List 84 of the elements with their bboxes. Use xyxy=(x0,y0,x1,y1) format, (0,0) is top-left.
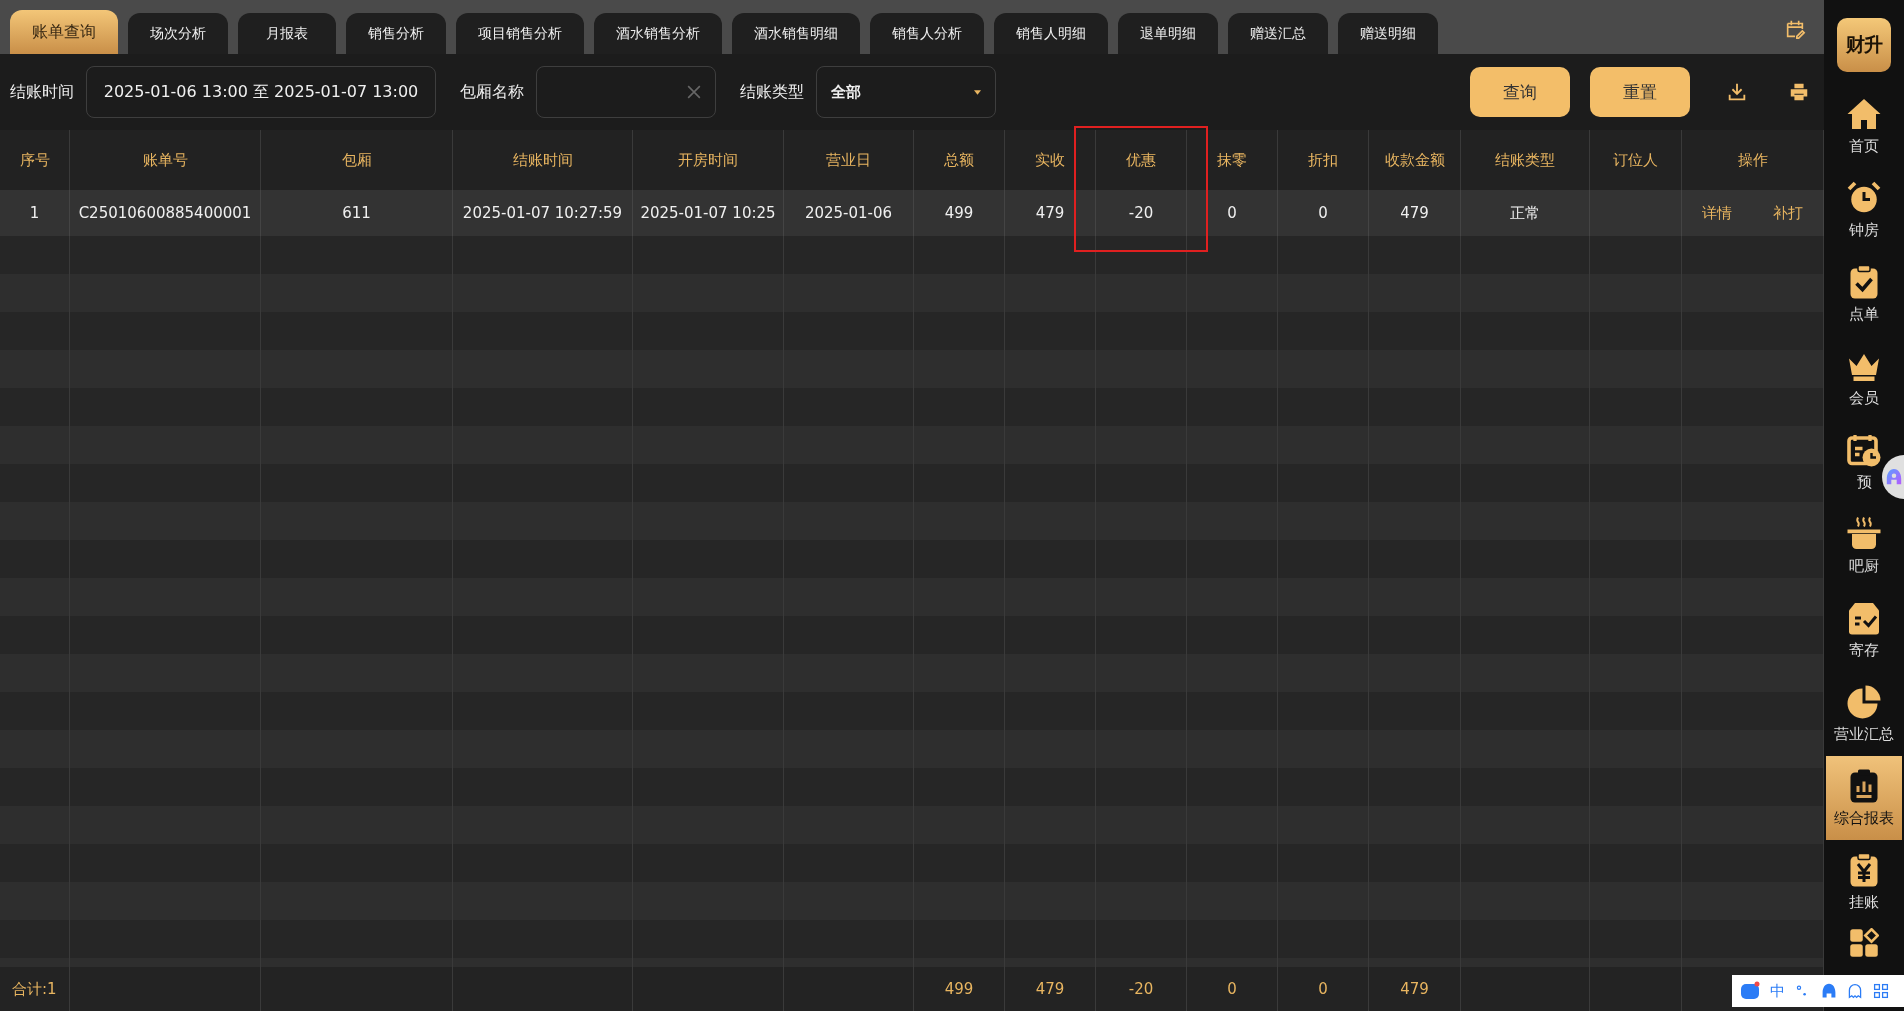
report-tab[interactable]: 酒水销售分析 xyxy=(594,13,722,54)
column-header: 订位人 xyxy=(1613,150,1658,170)
sidebar-item[interactable]: 营业汇总 xyxy=(1830,672,1898,756)
report-tab[interactable]: 销售分析 xyxy=(346,13,446,54)
print-icon[interactable] xyxy=(1788,81,1810,103)
sidebar-item[interactable]: 综合报表 xyxy=(1826,756,1902,840)
report-tab[interactable]: 销售人明细 xyxy=(994,13,1108,54)
report-tab[interactable]: 场次分析 xyxy=(128,13,228,54)
column-header: 序号 xyxy=(19,150,50,170)
report-tab[interactable]: 退单明细 xyxy=(1118,13,1218,54)
column-header: 抹零 xyxy=(1217,150,1247,170)
column-header: 优惠 xyxy=(1126,150,1156,170)
total-cell: 0 xyxy=(1318,980,1328,998)
sidebar-item[interactable]: 寄存 xyxy=(1842,588,1886,672)
calendar-edit-icon[interactable] xyxy=(1784,18,1806,40)
action-button[interactable]: 查询 xyxy=(1470,67,1570,117)
total-cell: 479 xyxy=(1400,980,1429,998)
sidebar-item[interactable]: 吧厨 xyxy=(1842,504,1886,588)
date-range-field[interactable]: 2025-01-06 13:00 至 2025-01-07 13:00 xyxy=(86,66,436,118)
filter-label: 结账类型 xyxy=(740,81,804,103)
filter-label: 包厢名称 xyxy=(460,81,524,103)
calendar-clock-icon xyxy=(1846,432,1882,468)
table-cell: 0 xyxy=(1318,204,1328,222)
action-button[interactable]: 重置 xyxy=(1590,67,1690,117)
report-tab[interactable]: 赠送明细 xyxy=(1338,13,1438,54)
total-cell: -20 xyxy=(1128,980,1154,998)
report-tab[interactable]: 项目销售分析 xyxy=(456,13,584,54)
sidebar-item[interactable]: 钟房 xyxy=(1842,168,1886,252)
report-tab[interactable]: 月报表 xyxy=(238,13,336,54)
report-tab[interactable]: 酒水销售明细 xyxy=(732,13,860,54)
report-tab[interactable]: 账单查询 xyxy=(10,10,118,54)
total-cell: 0 xyxy=(1227,980,1237,998)
column-header: 结账时间 xyxy=(512,150,573,170)
column-header: 开房时间 xyxy=(678,150,738,170)
steaming-pot-icon xyxy=(1846,516,1882,552)
pie-chart-icon xyxy=(1846,684,1882,720)
total-cell: 499 xyxy=(944,980,974,998)
assistant-icon xyxy=(1885,468,1903,486)
column-header: 收款金额 xyxy=(1384,150,1445,170)
table-cell: 正常 xyxy=(1510,203,1540,223)
apps-icon xyxy=(1849,928,1879,958)
sidebar-item[interactable]: 挂账 xyxy=(1842,840,1886,924)
column-header: 总额 xyxy=(944,150,974,170)
report-tab[interactable]: 销售人分析 xyxy=(870,13,984,54)
assistant-icon[interactable] xyxy=(1821,983,1837,999)
sidebar-item[interactable]: 点单 xyxy=(1842,252,1886,336)
home-icon xyxy=(1846,96,1882,132)
total-count: 合计:1 xyxy=(11,979,57,999)
settle-type-select[interactable]: 全部 xyxy=(816,66,996,118)
app-logo: 财升 xyxy=(1837,18,1891,72)
column-header: 营业日 xyxy=(826,150,871,170)
filter-label: 结账时间 xyxy=(10,81,74,103)
column-header: 账单号 xyxy=(142,150,188,170)
table-cell: C25010600885400001 xyxy=(78,204,252,222)
dropdown-caret-icon xyxy=(974,89,981,95)
total-cell: 479 xyxy=(1035,980,1065,998)
table-cell: 2025-01-07 10:27:59 xyxy=(462,204,623,222)
table-cell: 499 xyxy=(944,204,974,222)
ghost-icon[interactable] xyxy=(1847,983,1863,999)
table-cell: 2025-01-07 10:25 xyxy=(640,204,776,222)
table-cell: 0 xyxy=(1227,204,1237,222)
ime-mode-toggle[interactable]: 中 xyxy=(1770,981,1785,1001)
table-cell: -20 xyxy=(1128,204,1154,222)
column-header: 折扣 xyxy=(1308,150,1338,170)
download-icon[interactable] xyxy=(1726,81,1748,103)
row-action-link[interactable]: 详情 xyxy=(1702,203,1733,223)
clear-icon[interactable] xyxy=(687,85,701,99)
column-header: 包厢 xyxy=(341,150,372,170)
sidebar-item[interactable]: 会员 xyxy=(1842,336,1886,420)
report-tab[interactable]: 赠送汇总 xyxy=(1228,13,1328,54)
column-header: 操作 xyxy=(1737,150,1768,170)
storage-check-icon xyxy=(1846,600,1882,636)
column-header: 实收 xyxy=(1035,150,1065,170)
row-action-link[interactable]: 补打 xyxy=(1772,203,1803,223)
table-cell: 479 xyxy=(1035,204,1065,222)
grid-icon[interactable] xyxy=(1873,983,1889,999)
table-cell: 2025-01-06 xyxy=(804,204,893,222)
sidebar-item[interactable]: 首页 xyxy=(1842,84,1886,168)
table-cell: 611 xyxy=(342,204,371,222)
table-cell: 1 xyxy=(29,204,40,222)
room-name-field[interactable] xyxy=(536,66,716,118)
column-header: 结账类型 xyxy=(1495,150,1555,170)
table-cell: 479 xyxy=(1400,204,1429,222)
sidebar-item[interactable]: 预 xyxy=(1842,420,1886,504)
